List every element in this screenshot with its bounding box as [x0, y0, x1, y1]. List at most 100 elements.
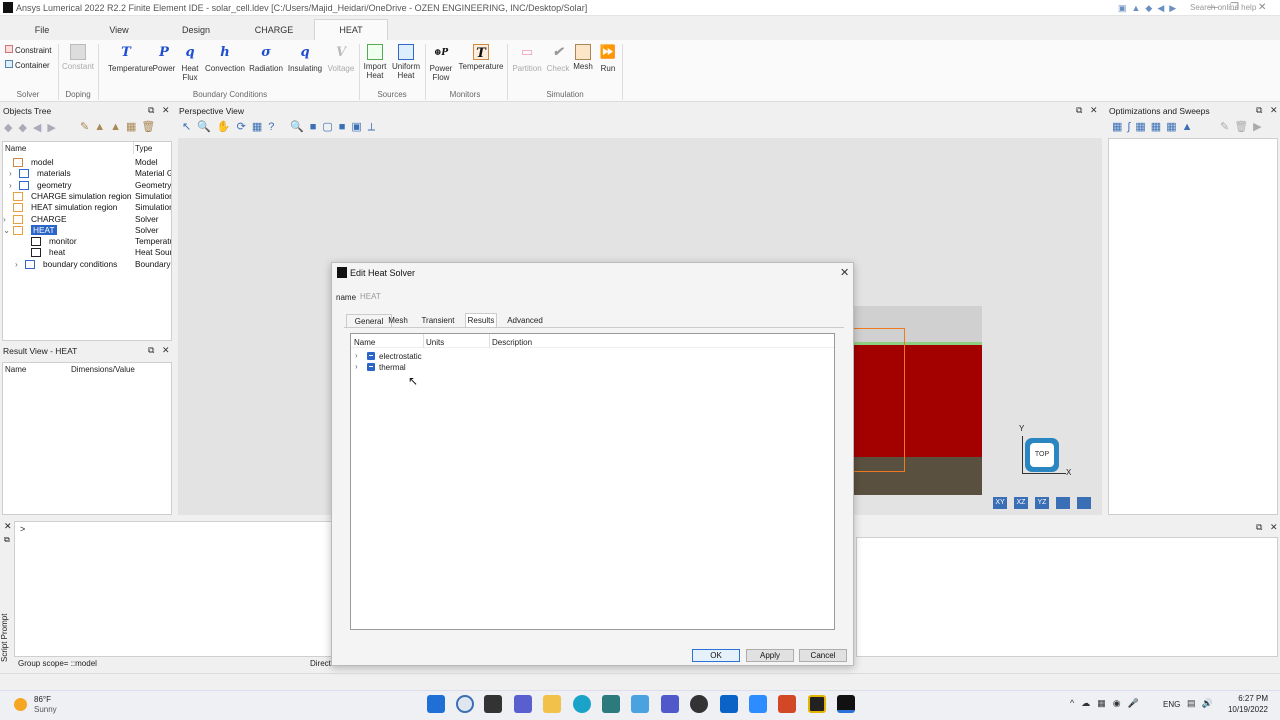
uniform-heat-button[interactable]: Uniform Heat	[391, 44, 421, 80]
view-3d-icon[interactable]	[1056, 497, 1070, 509]
expand-chevron-icon[interactable]: ›	[355, 362, 358, 371]
check-button[interactable]: ✔ Check	[544, 44, 572, 73]
bc-radiation-button[interactable]: σ Radiation	[246, 44, 286, 73]
view-yz-button[interactable]: YZ	[1035, 497, 1049, 509]
tree-nav-icons[interactable]: ◆◆◀▶	[4, 121, 62, 134]
search-online-help[interactable]: Search online help	[1190, 3, 1256, 12]
apply-button[interactable]: Apply	[746, 649, 794, 662]
language-indicator[interactable]: ENG	[1163, 700, 1180, 709]
bc-temperature-button[interactable]: T Temperature	[108, 44, 153, 73]
expand-chevron-icon[interactable]: ›	[355, 351, 358, 360]
collapse-chevron-icon[interactable]: ⌄	[3, 225, 10, 235]
system-tray-icons[interactable]: ^☁▦◉🎤	[1070, 698, 1146, 709]
tree-row[interactable]: › geometry Geometry	[3, 180, 171, 191]
view-xy-button[interactable]: XY	[993, 497, 1007, 509]
optimization-tool-icons[interactable]: ▦∫▦▦▦▲	[1112, 120, 1197, 133]
float-panel-icon[interactable]: ⧉	[1256, 522, 1262, 533]
expand-chevron-icon[interactable]: ›	[3, 214, 6, 224]
lumerical-app-icon[interactable]	[808, 695, 826, 713]
ok-button[interactable]: OK	[692, 649, 740, 662]
float-script-icon[interactable]: ⧉	[4, 535, 10, 545]
orientation-gizmo[interactable]: TOP	[1022, 436, 1066, 474]
run-button[interactable]: ⏩ Run	[595, 44, 621, 73]
script-prompt-tab[interactable]: Script Prompt	[0, 610, 14, 666]
tree-edit-icons[interactable]: ✎▲▲▦🗑	[80, 120, 160, 133]
tab-advanced[interactable]: Advanced	[506, 314, 544, 327]
tab-charge[interactable]: CHARGE	[236, 19, 312, 40]
cancel-button[interactable]: Cancel	[799, 649, 847, 662]
edge-browser-icon[interactable]	[573, 695, 591, 713]
tree-row[interactable]: ⌄ HEAT Solver	[3, 224, 171, 236]
close-panel-icon[interactable]: ✕	[1270, 105, 1278, 116]
tab-file[interactable]: File	[4, 19, 80, 40]
constant-doping-button[interactable]: Constant	[61, 44, 95, 71]
tree-row[interactable]: monitor Temperatu	[3, 236, 171, 247]
thermal-checkbox[interactable]	[367, 363, 375, 373]
teams-icon[interactable]	[661, 695, 679, 713]
tree-row[interactable]: › CHARGE Solver	[3, 214, 171, 225]
expand-chevron-icon[interactable]: ›	[9, 180, 12, 190]
zoom-icon[interactable]	[749, 695, 767, 713]
quick-access-icons[interactable]: ▣▲◆◀▶	[1118, 3, 1181, 14]
horizontal-scrollbar[interactable]	[0, 673, 1280, 687]
tab-results[interactable]: Results	[465, 313, 497, 327]
float-panel-icon[interactable]: ⧉	[1076, 105, 1082, 116]
lumerical-active-icon[interactable]	[837, 695, 855, 713]
import-heat-button[interactable]: Import Heat	[360, 44, 390, 80]
outlook-icon[interactable]	[720, 695, 738, 713]
close-window-button[interactable]: ✕	[1258, 2, 1266, 13]
tab-design[interactable]: Design	[158, 19, 234, 40]
close-panel-icon[interactable]: ✕	[1090, 105, 1098, 116]
snipping-tool-icon[interactable]	[602, 695, 620, 713]
chat-icon[interactable]	[514, 695, 532, 713]
tab-heat[interactable]: HEAT	[314, 19, 388, 40]
view-mode-icons[interactable]: 🔍■▢■▣⟂	[290, 120, 381, 134]
dell-icon[interactable]	[690, 695, 708, 713]
clock-time[interactable]: 6:27 PM	[1236, 694, 1268, 703]
float-panel-icon[interactable]: ⧉	[148, 105, 154, 116]
view-xz-button[interactable]: XZ	[1014, 497, 1028, 509]
tree-row[interactable]: heat Heat Sourc	[3, 247, 171, 258]
view-tools-icons[interactable]: ↖🔍✋⟳▦?	[182, 120, 280, 133]
mesh-button[interactable]: Mesh	[570, 44, 596, 71]
view-reset-icon[interactable]	[1077, 497, 1091, 509]
tab-mesh[interactable]: Mesh	[386, 314, 410, 327]
search-icon[interactable]	[456, 695, 474, 713]
maximize-button[interactable]: ❐	[1230, 2, 1239, 13]
bc-heat-flux-button[interactable]: q Heat Flux	[176, 44, 204, 82]
task-view-icon[interactable]	[484, 695, 502, 713]
close-panel-icon[interactable]: ✕	[162, 105, 170, 116]
bc-voltage-button[interactable]: V Voltage	[324, 44, 358, 73]
float-panel-icon[interactable]: ⧉	[148, 345, 154, 356]
tree-row[interactable]: model Model	[3, 157, 171, 168]
bc-convection-button[interactable]: h Convection	[204, 44, 246, 73]
tab-view[interactable]: View	[82, 19, 156, 40]
partition-button[interactable]: ▭ Partition	[510, 44, 544, 73]
power-flow-button[interactable]: ⊕P Power Flow	[426, 44, 456, 82]
script-prompt-area[interactable]: >	[14, 521, 332, 657]
bc-insulating-button[interactable]: q Insulating	[286, 44, 324, 73]
network-volume-icons[interactable]: ▤🔊	[1187, 698, 1219, 709]
minimize-button[interactable]: —	[1208, 2, 1218, 13]
tree-row[interactable]: HEAT simulation region Simulation	[3, 202, 171, 213]
close-panel-icon[interactable]: ✕	[1270, 522, 1278, 533]
electrostatic-checkbox[interactable]	[367, 352, 375, 362]
paint-icon[interactable]	[631, 695, 649, 713]
clock-date[interactable]: 10/19/2022	[1226, 705, 1268, 714]
powerpoint-icon[interactable]	[778, 695, 796, 713]
expand-chevron-icon[interactable]: ›	[15, 259, 18, 269]
name-field[interactable]: HEAT	[358, 291, 446, 303]
container-button[interactable]: Container	[5, 60, 50, 70]
float-panel-icon[interactable]: ⧉	[1256, 105, 1262, 116]
tree-row[interactable]: CHARGE simulation region Simulation	[3, 191, 171, 202]
dialog-close-icon[interactable]: ✕	[840, 266, 849, 279]
close-panel-icon[interactable]: ✕	[162, 345, 170, 356]
close-script-icon[interactable]: ✕	[4, 521, 12, 532]
optimization-disabled-icons[interactable]: ✎🗑▶	[1220, 120, 1267, 133]
temperature-monitor-button[interactable]: T Temperature	[458, 44, 504, 71]
file-explorer-icon[interactable]	[543, 695, 561, 713]
expand-chevron-icon[interactable]: ›	[9, 168, 12, 178]
constraint-button[interactable]: Constraint	[5, 45, 51, 55]
tab-transient[interactable]: Transient	[418, 314, 458, 327]
tree-row[interactable]: › boundary conditions Boundary	[3, 259, 171, 270]
